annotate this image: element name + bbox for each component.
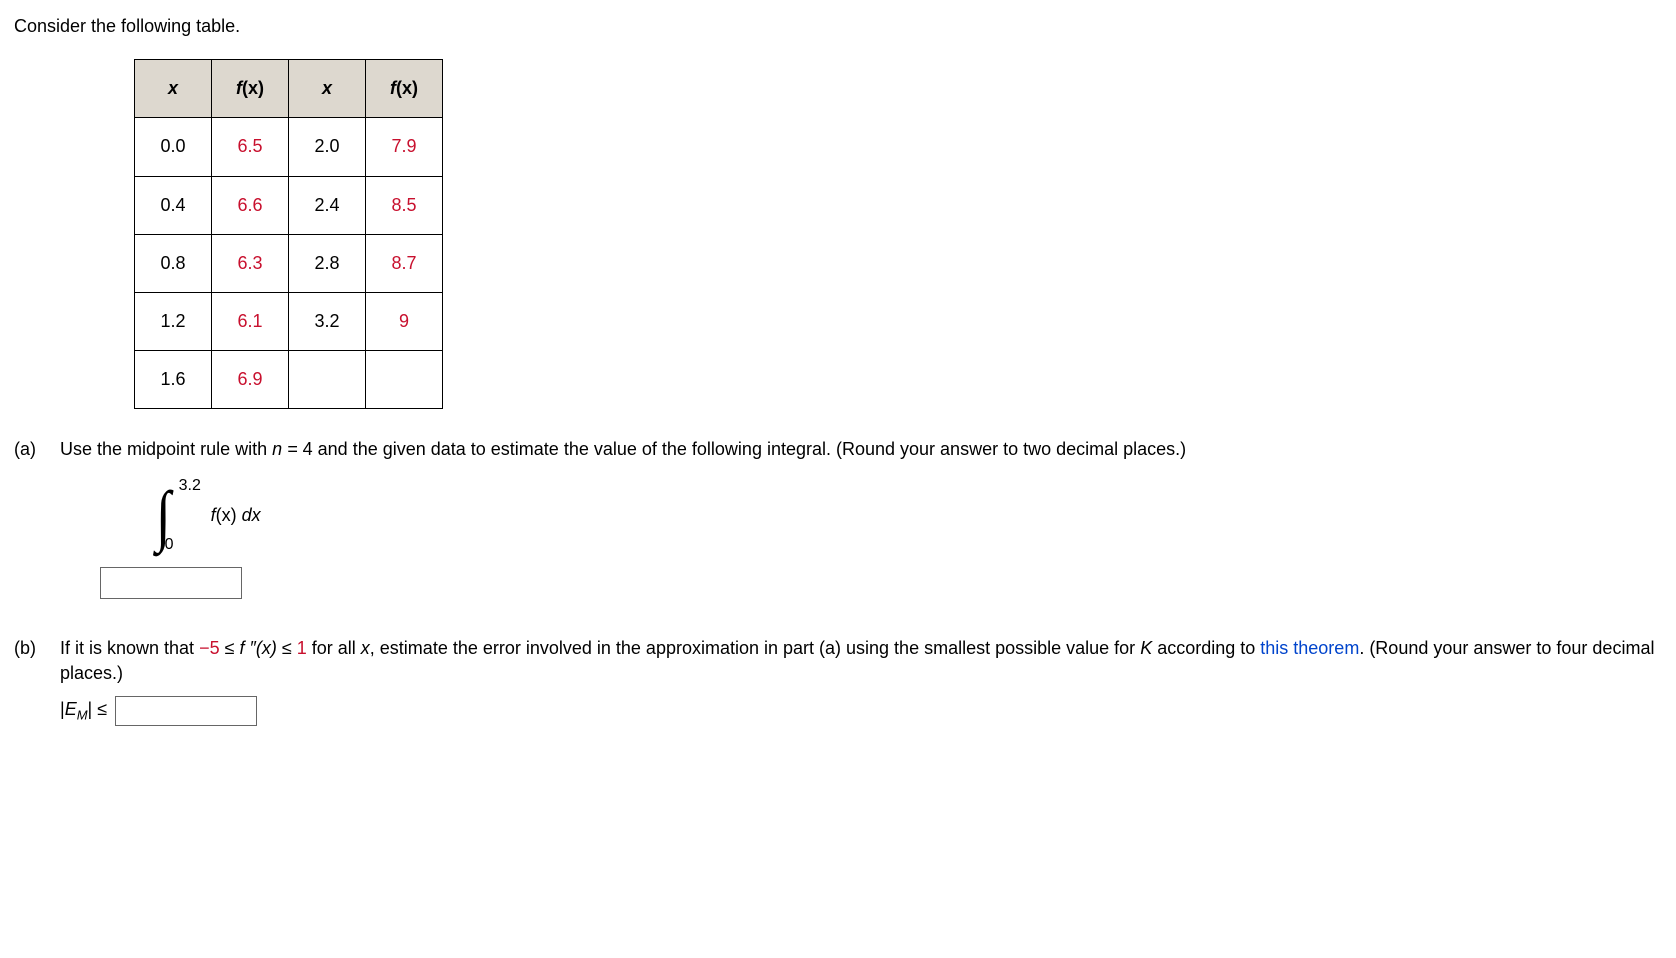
col-fx1-header: f(x) <box>212 60 289 118</box>
error-bound-line: |EM| ≤ <box>60 696 1662 726</box>
integral-expression: ∫ 3.2 0 f(x) dx <box>154 481 1662 551</box>
cell-fx <box>366 351 443 409</box>
cell-x: 2.0 <box>289 118 366 176</box>
col-fx2-header: f(x) <box>366 60 443 118</box>
cell-fx: 7.9 <box>366 118 443 176</box>
part-a-text: Use the midpoint rule with n = 4 and the… <box>60 437 1662 462</box>
cell-x: 0.0 <box>135 118 212 176</box>
cell-fx: 6.6 <box>212 176 289 234</box>
cell-fx: 9 <box>366 292 443 350</box>
cell-x <box>289 351 366 409</box>
cell-x: 1.6 <box>135 351 212 409</box>
cell-fx: 8.5 <box>366 176 443 234</box>
integral-lower-bound: 0 <box>165 534 174 556</box>
table-row: 0.8 6.3 2.8 8.7 <box>135 234 443 292</box>
cell-x: 3.2 <box>289 292 366 350</box>
cell-fx: 6.3 <box>212 234 289 292</box>
answer-input-a[interactable] <box>100 567 242 599</box>
data-table-wrap: x f(x) x f(x) 0.0 6.5 2.0 7.9 0.4 6.6 2.… <box>134 59 1662 409</box>
data-table: x f(x) x f(x) 0.0 6.5 2.0 7.9 0.4 6.6 2.… <box>134 59 443 409</box>
cell-fx: 6.1 <box>212 292 289 350</box>
cell-x: 1.2 <box>135 292 212 350</box>
cell-fx: 6.9 <box>212 351 289 409</box>
table-row: 0.4 6.6 2.4 8.5 <box>135 176 443 234</box>
cell-x: 0.4 <box>135 176 212 234</box>
part-b-label: (b) <box>14 636 60 726</box>
cell-fx: 8.7 <box>366 234 443 292</box>
answer-input-b[interactable] <box>115 696 257 726</box>
cell-x: 2.8 <box>289 234 366 292</box>
intro-text: Consider the following table. <box>14 14 1662 39</box>
integrand: f(x) dx <box>211 503 261 528</box>
table-row: 0.0 6.5 2.0 7.9 <box>135 118 443 176</box>
part-b-text: If it is known that −5 ≤ f ″(x) ≤ 1 for … <box>60 636 1662 686</box>
cell-x: 2.4 <box>289 176 366 234</box>
col-x2-header: x <box>289 60 366 118</box>
theorem-link[interactable]: this theorem <box>1260 638 1359 658</box>
integral-symbol: ∫ <box>156 492 171 540</box>
cell-fx: 6.5 <box>212 118 289 176</box>
part-a: (a) Use the midpoint rule with n = 4 and… <box>14 437 1662 605</box>
cell-x: 0.8 <box>135 234 212 292</box>
col-x1-header: x <box>135 60 212 118</box>
integral-upper-bound: 3.2 <box>179 475 201 497</box>
table-row: 1.6 6.9 <box>135 351 443 409</box>
table-row: 1.2 6.1 3.2 9 <box>135 292 443 350</box>
part-a-label: (a) <box>14 437 60 605</box>
part-b: (b) If it is known that −5 ≤ f ″(x) ≤ 1 … <box>14 636 1662 726</box>
